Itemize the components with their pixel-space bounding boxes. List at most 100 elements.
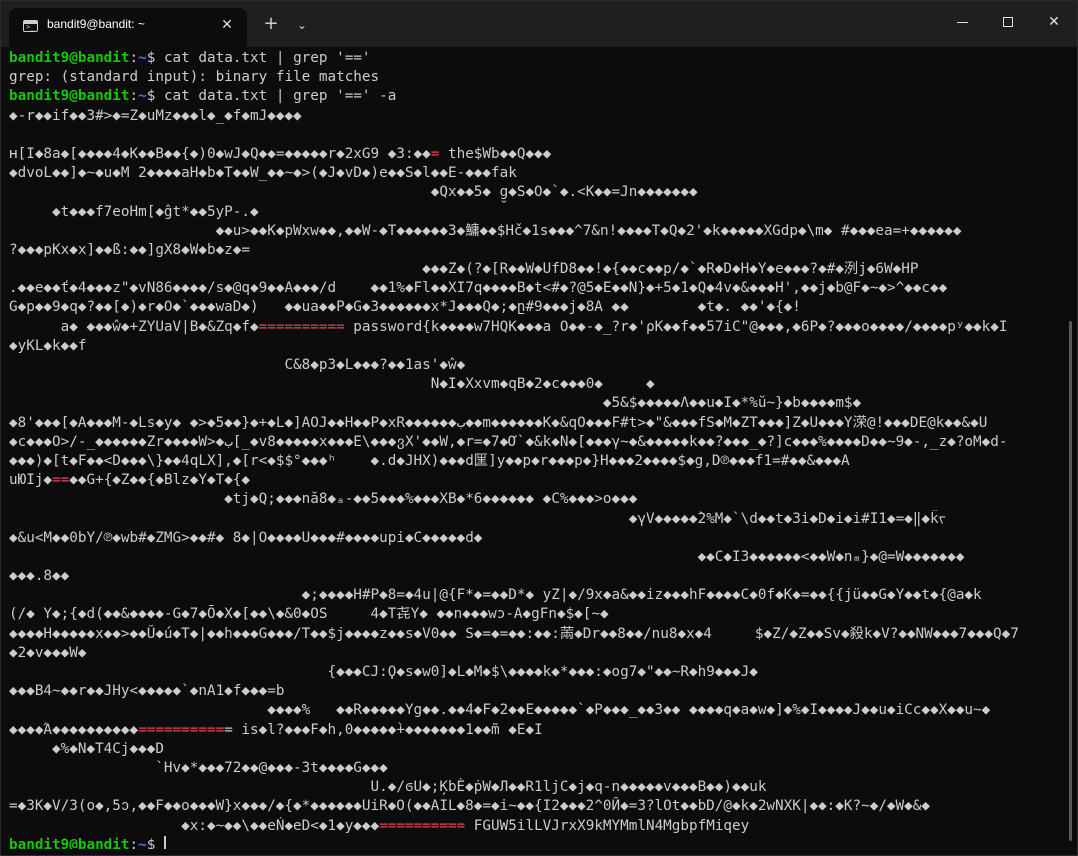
output-text: ◆γV◆◆◆◆◆̀2%M◆`\d◆◆t◆3i◆D◆i◆i#I1◆=◆‖◆k̂ᡕ (9, 510, 946, 527)
output-line: ◆γV◆◆◆◆◆̀2%M◆`\d◆◆t◆3i◆D◆i◆i#I1◆=◆‖◆k̂ᡕ (9, 510, 1061, 529)
output-line: ʜ[I◆8a◆[◆◆◆◆4◆K◆◆B◆◆{◆)0◆wJ◆Q◆◆=◆◆◆◆◆r◆2… (9, 145, 1061, 164)
prompt-path: ~ (138, 50, 147, 66)
close-tab-icon[interactable]: ✕ (217, 15, 237, 35)
output-text: ◆%◆N◆T4Cj◆◆◆D (9, 740, 164, 757)
binary-output: ◆-r◆◆if◆◆3#>◆=Z◆uMz◆◆◆l◆_◆f◆mJ◆◆◆◆ ʜ[I◆8a… (9, 107, 1061, 836)
output-line: ◆◆◆◆Ά◆◆◆◆◆◆◆◆◆◆=========== is◆l?◆◆◆F◆h,0… (9, 721, 1061, 740)
tab-terminal[interactable]: >_ bandit9@bandit: ~ ✕ (9, 8, 247, 47)
command-text: cat data.txt | grep '==' -a (163, 88, 397, 105)
output-text: ◆yKL◆k◆◆f (9, 337, 87, 354)
output-line: .◆◆e◆◆ť◆4◆◆◆z"◆vN86◆◆◆◆/s◆@q◆9◆◆A◆◆◆/d ◆… (9, 279, 1061, 298)
output-line: ◆2◆v◆◆◆W◆ (9, 644, 1061, 663)
output-text: uЮIj◆ (9, 472, 53, 489)
title-bar: >_ bandit9@bandit: ~ ✕ + ⌄ ✕ (1, 1, 1077, 47)
output-line: ◆%◆N◆T4Cj◆◆◆D (9, 740, 1061, 759)
output-line: a◆ ◆◆◆ŵ◆+ZYUaV|B◆&Zq◆f◆========== passwo… (9, 318, 1061, 337)
output-text: C&8◆p3◆L◆◆◆?◆◆1as'◆ŵ◆ (9, 357, 466, 373)
prompt-user-host: bandit9@bandit (9, 88, 130, 105)
command-line[interactable]: bandit9@bandit:~$ (9, 835, 1061, 849)
match-highlight: ========== (379, 817, 466, 834)
prompt-dollar: $ (146, 88, 164, 105)
prompt-user-host: bandit9@bandit (9, 836, 130, 849)
output-text: (/◆ Y◆;{◆d(◆◆&◆◆◆◆-G◆7◆Ō◆X◆[◆◆\◆&0◆OS 4◆… (9, 606, 609, 623)
new-tab-button[interactable]: + (260, 14, 282, 36)
prompt-user-host: bandit9@bandit (9, 50, 130, 66)
dropdown-icon[interactable]: ⌄ (291, 14, 313, 36)
output-line: ◆◆◆◆H◆◆◆◆◆x◆◆>◆◆Ŭ◆ú◆T◆|◆◆h◆◆◆G◆◆◆/T◆◆$j◆… (9, 625, 1061, 644)
output-line: (/◆ Y◆;{◆d(◆◆&◆◆◆◆-G◆7◆Ō◆X◆[◆◆\◆&0◆OS 4◆… (9, 605, 1061, 624)
output-text: =◆3K◆V/3(o◆,5ↄ,◆◆F◆◆o◆◆◆W}x◆◆◆/◆{◆*◆◆◆◆◆… (9, 798, 930, 815)
output-text: ◆5&$◆◆◆◆◆Λ◆◆u◆I◆*%ŭ~}◆b◆◆◆◆m$◆ (9, 395, 862, 412)
output-text: ◆◆◆)◆[t◆F◆◆<D◆◆◆\}◆◆4qLX],◆[r<◆$$°◆◆◆ʰ ◆… (9, 452, 850, 469)
output-line: ◆t◆◆◆f7eoHm[◆ĝt*◆◆5yP-.◆ (9, 203, 1061, 222)
close-window-button[interactable]: ✕ (1031, 1, 1077, 45)
output-line: ◆◆u>◆◆K◆pWxw◆◆,◆◆W-◆T◆◆◆◆◆◆3◆鱅◆◆$Hč◆1s◆◆… (9, 222, 1061, 241)
output-line: ◆yKL◆k◆◆f (9, 337, 1061, 356)
output-line: ◆&u<M◆◆0bY/℗◆wb#◆ZMG>◆◆#◆ 8◆|O◆◆◆◆U◆◆◆#◆… (9, 529, 1061, 548)
minimize-button[interactable] (939, 1, 985, 45)
output-line: ◆5&$◆◆◆◆◆Λ◆◆u◆I◆*%ŭ~}◆b◆◆◆◆m$◆ (9, 394, 1061, 413)
output-line: ◆◆◆Z◆(?◆[R◆◆W◆UfD8◆◆!◆{◆◆c◆◆p/◆`◆R◆D◆H◆Y… (9, 260, 1061, 279)
output-text: ◆◆◆Z◆(?◆[R◆◆W◆UfD8◆◆!◆{◆◆c◆◆p/◆`◆R◆D◆H◆Y… (9, 261, 919, 278)
prompt-dollar: $ (146, 50, 164, 66)
output-text: ◆8'◆◆◆[◆A◆◆◆M-◆Ls◆y◆ ◆>◆5◆◆}◆+◆L◆]AOJ◆◆H… (9, 414, 988, 431)
output-line: ◆c◆◆◆O>/-_◆◆◆◆◆◆Zr◆◆◆◆W>◆ب[_◆v8◆◆◆◆◆x◆◆◆… (9, 433, 1061, 452)
output-line: ◆◆C◆I3◆◆◆◆◆◆<◆◆W◆nₘ}◆@=W◆◆◆◆◆◆◆ (9, 548, 1061, 567)
output-text: ◆◆◆◆Ά◆◆◆◆◆◆◆◆◆◆ (9, 721, 139, 738)
output-line: C&8◆p3◆L◆◆◆?◆◆1as'◆ŵ◆ (9, 356, 1061, 375)
output-line: ◆Qx◆◆5◆ g̮◆S◆O◆`◆.<K◆◆=Jn◆◆◆◆◆◆◆ (9, 183, 1061, 202)
output-text-after: = is◆l?◆◆◆F◆h,0◆◆◆◆◆̀+◆◆◆◆◆◆◆1◆◆m̃ ◆E◆I (224, 721, 543, 738)
scrollbar[interactable] (1069, 321, 1072, 841)
output-line: ◆◆◆◆% ◆◆R◆◆◆◆◆Yg◆◆.◆◆4◆F◆2◆◆E◆◆◆◆◆`◆P◆◆◆… (9, 701, 1061, 720)
output-text: ◆2◆v◆◆◆W◆ (9, 644, 87, 661)
output-text: ◆;◆◆◆◆H#P◆8=◆4u|@{F*◆=◆◆D*◆ yZ|◆/9x◆a&◆◆… (9, 587, 982, 604)
output-line: ◆-r◆◆if◆◆3#>◆=Z◆uMz◆◆◆l◆_◆f◆mJ◆◆◆◆ (9, 107, 1061, 126)
prompt-path: ~ (138, 836, 147, 849)
output-line: uЮIj◆==◆◆G+{◆Z◆◆{◆Blz◆Y◆T◆{◆ (9, 471, 1061, 490)
terminal-output[interactable]: bandit9@bandit:~$ cat data.txt | grep '=… (9, 49, 1061, 849)
minimize-icon (957, 22, 968, 23)
match-highlight: == (52, 472, 70, 489)
command-text: cat data.txt | grep '==' (163, 50, 371, 66)
output-line: {◆◆◆CJ:Ϙ◆s◆w0]◆L◆M◆$\◆◆◆◆k◆*◆◆◆:◆og7◆"◆◆… (9, 663, 1061, 682)
prompt-path: ~ (138, 88, 147, 105)
prompt-separator: : (129, 50, 139, 66)
output-text: ◆-r◆◆if◆◆3#>◆=Z◆uMz◆◆◆l◆_◆f◆mJ◆◆◆◆ (9, 107, 302, 124)
output-text: ◆◆◆◆% ◆◆R◆◆◆◆◆Yg◆◆.◆◆4◆F◆2◆◆E◆◆◆◆◆`◆P◆◆◆… (9, 702, 991, 719)
output-text-after: ◆◆G+{◆Z◆◆{◆Blz◆Y◆T◆{◆ (69, 472, 251, 489)
output-text: ◆Qx◆◆5◆ g̮◆S◆O◆`◆.<K◆◆=Jn◆◆◆◆◆◆◆ (9, 184, 698, 201)
prompt-separator: : (129, 836, 139, 849)
output-line: ◆tj◆Q;◆◆◆nă8◆ₐ-◆◆5◆◆◆%◆◆◆XB◆*6◆◆◆◆◆◆ ◆C%… (9, 490, 1061, 509)
output-line: U.◆/ϭU◆;ĶbÈ◆ṗW◆Л◆◆R1ljC◆j◆q-n◆◆◆◆◆v◆◆◆B◆… (9, 778, 1061, 797)
output-line: ◆◆◆.8◆◆ (9, 567, 1061, 586)
output-text-after: FGUW5ilLVJrxX9kMYMmlN4MgbpfMiqey (465, 817, 750, 834)
output-text: ?◆◆◆pKx◆x]◆◆ß:◆◆]gX8◆W◆b◆z◆= (9, 241, 251, 258)
output-text-after: password{k◆◆◆◆w7HQK◆◆◆a O◆◆-◆_?r◆'ρK◆◆f◆… (344, 318, 1008, 335)
output-line: G◆p◆◆9◆q◆?◆◆[◆)◆r◆O◆`◆◆◆waD◆) ◆◆ua◆◆P◆G◆… (9, 298, 1061, 317)
output-text: G◆p◆◆9◆q◆?◆◆[◆)◆r◆O◆`◆◆◆waD◆) ◆◆ua◆◆P◆G◆… (9, 299, 801, 316)
output-line: ◆;◆◆◆◆H#P◆8=◆4u|@{F*◆=◆◆D*◆ yZ|◆/9x◆a&◆◆… (9, 586, 1061, 605)
output-text: .◆◆e◆◆ť◆4◆◆◆z"◆vN86◆◆◆◆/s◆@q◆9◆◆A◆◆◆/d ◆… (9, 280, 948, 297)
output-text: U.◆/ϭU◆;ĶbÈ◆ṗW◆Л◆◆R1ljC◆j◆q-n◆◆◆◆◆v◆◆◆B◆… (9, 779, 767, 796)
output-line: ◆◆◆B4~◆◆r◆◆JHy<◆◆◆◆◆`◆nA1◆f◆◆◆=b (9, 682, 1061, 701)
output-line: ◆◆◆)◆[t◆F◆◆<D◆◆◆\}◆◆4qLX],◆[r<◆$$°◆◆◆ʰ ◆… (9, 452, 1061, 471)
maximize-button[interactable] (985, 1, 1031, 45)
output-text: ◆dvoL◆◆]◆~◆u◆M 2◆◆◆◆aH◆b◆T◆◆W_◆◆~◆>(◆J◆v… (9, 165, 517, 182)
output-text: N◆I◆Xxvm◆qB◆2◆c◆◆◆0◆ ◆ (9, 376, 655, 393)
match-highlight: ========== (258, 318, 345, 335)
output-text: ◆◆◆◆H◆◆◆◆◆x◆◆>◆◆Ŭ◆ú◆T◆|◆◆h◆◆◆G◆◆◆/T◆◆$j◆… (9, 625, 1019, 642)
output-line: ◆8'◆◆◆[◆A◆◆◆M-◆Ls◆y◆ ◆>◆5◆◆}◆+◆L◆]AOJ◆◆H… (9, 414, 1061, 433)
output-text: ◆tj◆Q;◆◆◆nă8◆ₐ-◆◆5◆◆◆%◆◆◆XB◆*6◆◆◆◆◆◆ ◆C%… (9, 491, 638, 508)
terminal-icon: >_ (23, 20, 38, 32)
output-text: a◆ ◆◆◆ŵ◆+ZYUaV|B◆&Zq◆f◆ (9, 318, 259, 335)
output-text: ◆x:◆~◆◆\◆◆eŃ◆eD<◆1◆y◆◆◆ (9, 817, 380, 834)
terminal-window: >_ bandit9@bandit: ~ ✕ + ⌄ ✕ bandit9@ban… (0, 0, 1078, 856)
output-text-after: the$Wb◆◆Q◆◆◆ (439, 145, 552, 162)
command-line: bandit9@bandit:~$ cat data.txt | grep '=… (9, 87, 1061, 106)
output-text: ◆t◆◆◆f7eoHm[◆ĝt*◆◆5yP-.◆ (9, 203, 259, 220)
output-text: `Hv◆*◆◆◆72◆◆@◆◆◆-3t◆◆◆◆G◆◆◆ (9, 759, 388, 776)
output-text: ʜ[I◆8a◆[◆◆◆◆4◆K◆◆B◆◆{◆)0◆wJ◆Q◆◆=◆◆◆◆◆r◆2… (9, 145, 431, 162)
output-text: ◆◆C◆I3◆◆◆◆◆◆<◆◆W◆nₘ}◆@=W◆◆◆◆◆◆◆ (9, 548, 965, 565)
grep-message: grep: (standard input): binary file matc… (9, 69, 380, 86)
